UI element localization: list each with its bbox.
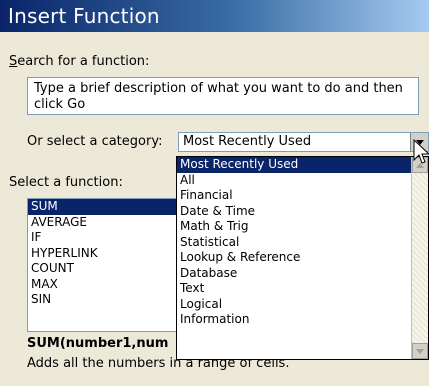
category-select-value: Most Recently Used [183,134,312,149]
category-option-statistical[interactable]: Statistical [177,235,411,251]
search-label-text: earch for a function: [17,54,150,69]
function-label: Select a function: [9,175,123,190]
search-label: Search for a function: [9,54,149,69]
function-list[interactable]: SUM AVERAGE IF HYPERLINK COUNT MAX SIN [27,198,187,332]
window-title: Insert Function [8,4,160,28]
category-option-information[interactable]: Information [177,312,411,328]
category-option-logical[interactable]: Logical [177,297,411,313]
category-option-most-recently-used[interactable]: Most Recently Used [177,157,411,173]
function-item-sum[interactable]: SUM [28,199,186,215]
function-item-if[interactable]: IF [28,230,186,246]
title-bar: Insert Function [0,0,429,32]
function-item-sin[interactable]: SIN [28,292,186,308]
function-item-hyperlink[interactable]: HYPERLINK [28,246,186,262]
mouse-pointer-icon [413,139,429,164]
dropdown-scrollbar[interactable] [411,157,428,359]
category-option-lookup-reference[interactable]: Lookup & Reference [177,250,411,266]
function-syntax: SUM(number1,num [27,336,169,351]
category-option-date-time[interactable]: Date & Time [177,204,411,220]
category-dropdown[interactable]: Most Recently Used All Financial Date & … [176,156,429,360]
function-item-count[interactable]: COUNT [28,261,186,277]
category-option-text[interactable]: Text [177,281,411,297]
scroll-down-icon[interactable] [412,343,428,359]
category-option-math-trig[interactable]: Math & Trig [177,219,411,235]
category-label: Or select a category: [27,134,163,149]
category-options: Most Recently Used All Financial Date & … [177,157,411,328]
category-option-all[interactable]: All [177,173,411,189]
category-option-database[interactable]: Database [177,266,411,282]
search-input[interactable]: Type a brief description of what you wan… [27,77,419,115]
function-item-average[interactable]: AVERAGE [28,215,186,231]
category-option-financial[interactable]: Financial [177,188,411,204]
function-item-max[interactable]: MAX [28,277,186,293]
category-select[interactable]: Most Recently Used [178,132,429,152]
